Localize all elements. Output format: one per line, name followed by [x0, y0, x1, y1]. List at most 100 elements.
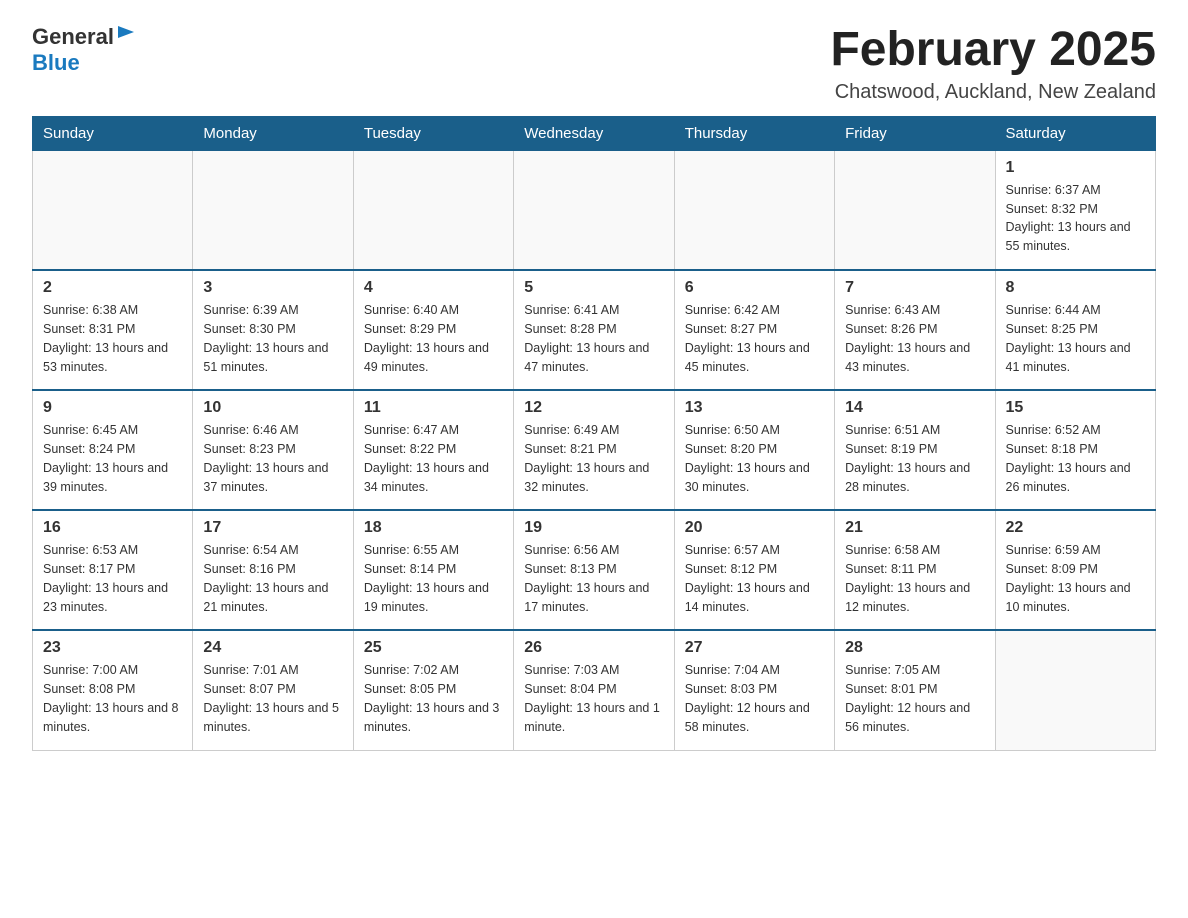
- day-number: 19: [524, 519, 663, 537]
- day-number: 23: [43, 639, 182, 657]
- day-number: 4: [364, 279, 503, 297]
- day-number: 14: [845, 399, 984, 417]
- calendar-week-row: 23 Sunrise: 7:00 AMSunset: 8:08 PMDayligh…: [33, 630, 1156, 750]
- calendar-cell: 3 Sunrise: 6:39 AMSunset: 8:30 PMDaylight…: [193, 270, 353, 390]
- day-info: Sunrise: 6:58 AMSunset: 8:11 PMDaylight:…: [845, 541, 984, 616]
- calendar-cell: 22 Sunrise: 6:59 AMSunset: 8:09 PMDayligh…: [995, 510, 1155, 630]
- page-header: General Blue February 2025 Chatswood, Au…: [32, 24, 1156, 104]
- calendar-cell: 9Sunrise: 6:45 AMSunset: 8:24 PMDaylight…: [33, 390, 193, 510]
- day-info: Sunrise: 6:42 AMSunset: 8:27 PMDaylight:…: [685, 301, 824, 376]
- day-info: Sunrise: 6:59 AMSunset: 8:09 PMDaylight:…: [1006, 541, 1145, 616]
- calendar-cell: 28Sunrise: 7:05 AMSunset: 8:01 PMDayligh…: [835, 630, 995, 750]
- calendar-cell: 7 Sunrise: 6:43 AMSunset: 8:26 PMDaylight…: [835, 270, 995, 390]
- day-number: 12: [524, 399, 663, 417]
- day-info: Sunrise: 7:04 AMSunset: 8:03 PMDaylight:…: [685, 661, 824, 736]
- calendar-cell: 10 Sunrise: 6:46 AMSunset: 8:23 PMDayligh…: [193, 390, 353, 510]
- day-info: Sunrise: 6:49 AMSunset: 8:21 PMDaylight:…: [524, 421, 663, 496]
- day-info: Sunrise: 6:53 AMSunset: 8:17 PMDaylight:…: [43, 541, 182, 616]
- calendar-week-row: 16 Sunrise: 6:53 AMSunset: 8:17 PMDayligh…: [33, 510, 1156, 630]
- calendar-table: SundayMondayTuesdayWednesdayThursdayFrid…: [32, 116, 1156, 751]
- day-info: Sunrise: 6:43 AMSunset: 8:26 PMDaylight:…: [845, 301, 984, 376]
- day-info: Sunrise: 7:02 AMSunset: 8:05 PMDaylight:…: [364, 661, 503, 736]
- day-info: Sunrise: 6:41 AMSunset: 8:28 PMDaylight:…: [524, 301, 663, 376]
- day-info: Sunrise: 6:39 AMSunset: 8:30 PMDaylight:…: [203, 301, 342, 376]
- day-number: 20: [685, 519, 824, 537]
- calendar-cell: 27 Sunrise: 7:04 AMSunset: 8:03 PMDayligh…: [674, 630, 834, 750]
- calendar-cell: 2 Sunrise: 6:38 AMSunset: 8:31 PMDaylight…: [33, 270, 193, 390]
- logo: General Blue: [32, 24, 136, 76]
- calendar-cell: [193, 150, 353, 270]
- day-info: Sunrise: 7:01 AMSunset: 8:07 PMDaylight:…: [203, 661, 342, 736]
- weekday-header-wednesday: Wednesday: [514, 116, 674, 150]
- day-info: Sunrise: 6:52 AMSunset: 8:18 PMDaylight:…: [1006, 421, 1145, 496]
- day-number: 27: [685, 639, 824, 657]
- day-number: 25: [364, 639, 503, 657]
- calendar-cell: [353, 150, 513, 270]
- day-number: 18: [364, 519, 503, 537]
- calendar-cell: 14 Sunrise: 6:51 AMSunset: 8:19 PMDayligh…: [835, 390, 995, 510]
- weekday-header-friday: Friday: [835, 116, 995, 150]
- calendar-week-row: 2 Sunrise: 6:38 AMSunset: 8:31 PMDaylight…: [33, 270, 1156, 390]
- day-info: Sunrise: 6:37 AMSunset: 8:32 PMDaylight:…: [1006, 181, 1145, 256]
- calendar-cell: 11 Sunrise: 6:47 AMSunset: 8:22 PMDayligh…: [353, 390, 513, 510]
- calendar-cell: [514, 150, 674, 270]
- logo-flag-icon: [116, 24, 136, 44]
- day-number: 22: [1006, 519, 1145, 537]
- day-number: 10: [203, 399, 342, 417]
- calendar-cell: 5 Sunrise: 6:41 AMSunset: 8:28 PMDaylight…: [514, 270, 674, 390]
- logo-text: General Blue: [32, 24, 136, 76]
- day-number: 15: [1006, 399, 1145, 417]
- calendar-cell: 12 Sunrise: 6:49 AMSunset: 8:21 PMDayligh…: [514, 390, 674, 510]
- day-info: Sunrise: 6:50 AMSunset: 8:20 PMDaylight:…: [685, 421, 824, 496]
- day-info: Sunrise: 6:54 AMSunset: 8:16 PMDaylight:…: [203, 541, 342, 616]
- day-info: Sunrise: 6:45 AMSunset: 8:24 PMDaylight:…: [43, 421, 182, 496]
- weekday-header-saturday: Saturday: [995, 116, 1155, 150]
- day-number: 13: [685, 399, 824, 417]
- calendar-week-row: 9Sunrise: 6:45 AMSunset: 8:24 PMDaylight…: [33, 390, 1156, 510]
- calendar-header-row: SundayMondayTuesdayWednesdayThursdayFrid…: [33, 116, 1156, 150]
- calendar-cell: [33, 150, 193, 270]
- day-number: 5: [524, 279, 663, 297]
- day-number: 28: [845, 639, 984, 657]
- calendar-cell: 6 Sunrise: 6:42 AMSunset: 8:27 PMDaylight…: [674, 270, 834, 390]
- calendar-cell: 8Sunrise: 6:44 AMSunset: 8:25 PMDaylight…: [995, 270, 1155, 390]
- month-title: February 2025: [830, 24, 1156, 77]
- day-number: 7: [845, 279, 984, 297]
- day-number: 6: [685, 279, 824, 297]
- calendar-cell: [835, 150, 995, 270]
- day-info: Sunrise: 6:38 AMSunset: 8:31 PMDaylight:…: [43, 301, 182, 376]
- day-number: 24: [203, 639, 342, 657]
- calendar-cell: 4 Sunrise: 6:40 AMSunset: 8:29 PMDaylight…: [353, 270, 513, 390]
- day-info: Sunrise: 7:03 AMSunset: 8:04 PMDaylight:…: [524, 661, 663, 736]
- day-info: Sunrise: 6:46 AMSunset: 8:23 PMDaylight:…: [203, 421, 342, 496]
- day-number: 1: [1006, 159, 1145, 177]
- day-number: 2: [43, 279, 182, 297]
- calendar-cell: 19 Sunrise: 6:56 AMSunset: 8:13 PMDayligh…: [514, 510, 674, 630]
- day-number: 16: [43, 519, 182, 537]
- weekday-header-tuesday: Tuesday: [353, 116, 513, 150]
- day-number: 17: [203, 519, 342, 537]
- calendar-cell: 26Sunrise: 7:03 AMSunset: 8:04 PMDayligh…: [514, 630, 674, 750]
- day-number: 11: [364, 399, 503, 417]
- calendar-cell: 16 Sunrise: 6:53 AMSunset: 8:17 PMDayligh…: [33, 510, 193, 630]
- weekday-header-thursday: Thursday: [674, 116, 834, 150]
- calendar-cell: 15 Sunrise: 6:52 AMSunset: 8:18 PMDayligh…: [995, 390, 1155, 510]
- calendar-cell: 18 Sunrise: 6:55 AMSunset: 8:14 PMDayligh…: [353, 510, 513, 630]
- day-number: 21: [845, 519, 984, 537]
- title-block: February 2025 Chatswood, Auckland, New Z…: [830, 24, 1156, 104]
- day-info: Sunrise: 6:55 AMSunset: 8:14 PMDaylight:…: [364, 541, 503, 616]
- day-info: Sunrise: 6:47 AMSunset: 8:22 PMDaylight:…: [364, 421, 503, 496]
- location: Chatswood, Auckland, New Zealand: [830, 81, 1156, 104]
- weekday-header-monday: Monday: [193, 116, 353, 150]
- day-info: Sunrise: 6:56 AMSunset: 8:13 PMDaylight:…: [524, 541, 663, 616]
- day-info: Sunrise: 6:40 AMSunset: 8:29 PMDaylight:…: [364, 301, 503, 376]
- calendar-week-row: 1 Sunrise: 6:37 AMSunset: 8:32 PMDaylight…: [33, 150, 1156, 270]
- calendar-cell: 23 Sunrise: 7:00 AMSunset: 8:08 PMDayligh…: [33, 630, 193, 750]
- day-info: Sunrise: 7:00 AMSunset: 8:08 PMDaylight:…: [43, 661, 182, 736]
- calendar-cell: [995, 630, 1155, 750]
- calendar-cell: 21 Sunrise: 6:58 AMSunset: 8:11 PMDayligh…: [835, 510, 995, 630]
- day-number: 3: [203, 279, 342, 297]
- weekday-header-sunday: Sunday: [33, 116, 193, 150]
- day-number: 8: [1006, 279, 1145, 297]
- day-info: Sunrise: 6:51 AMSunset: 8:19 PMDaylight:…: [845, 421, 984, 496]
